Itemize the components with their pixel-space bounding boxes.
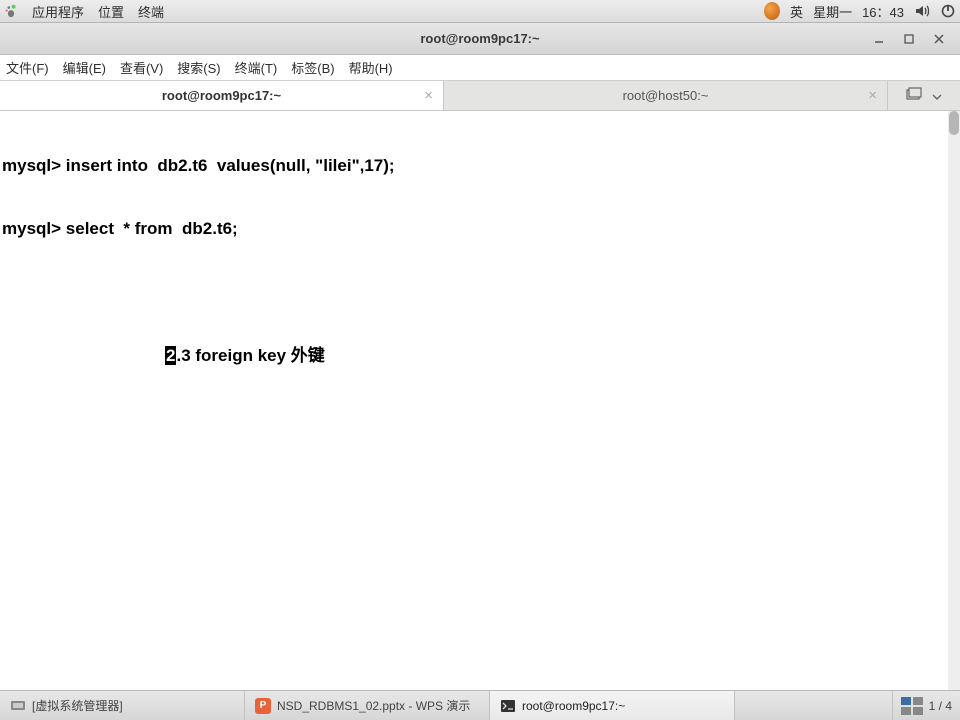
terminal-line <box>0 282 948 303</box>
menu-bar: 文件(F) 编辑(E) 查看(V) 搜索(S) 终端(T) 标签(B) 帮助(H… <box>0 55 960 81</box>
workspace-label: 1 / 4 <box>929 699 952 713</box>
maximize-button[interactable] <box>902 32 916 46</box>
gnome-panel-right: 英 星期一 16：43 <box>764 2 956 21</box>
minimize-button[interactable] <box>872 32 886 46</box>
menu-tabs[interactable]: 标签(B) <box>291 58 334 77</box>
terminal-launcher[interactable]: 终端 <box>138 2 164 21</box>
tab-host50[interactable]: root@host50:~ × <box>444 81 888 110</box>
section-text: .3 foreign key 外键 <box>176 346 324 365</box>
tab-label: root@host50:~ <box>623 88 709 103</box>
menu-help[interactable]: 帮助(H) <box>349 58 393 77</box>
menu-file[interactable]: 文件(F) <box>6 58 49 77</box>
task-virt-manager[interactable]: [虚拟系统管理器] <box>0 691 245 720</box>
task-terminal[interactable]: root@room9pc17:~ <box>490 691 735 720</box>
tab-menu-icon[interactable] <box>932 88 942 103</box>
tab-bar: root@room9pc17:~ × root@host50:~ × <box>0 81 960 111</box>
terminal-line: mysql> select * from db2.t6; <box>0 218 948 239</box>
gnome-panel-left: 应用程序 位置 终端 <box>4 2 164 21</box>
power-icon[interactable] <box>940 3 956 19</box>
task-label: root@room9pc17:~ <box>522 699 625 713</box>
window-controls <box>872 23 956 54</box>
wps-presentation-icon: P <box>255 698 271 714</box>
tab-close-icon[interactable]: × <box>868 87 877 104</box>
tab-close-icon[interactable]: × <box>424 87 433 104</box>
close-button[interactable] <box>932 32 946 46</box>
volume-icon[interactable] <box>914 3 930 19</box>
gnome-foot-icon <box>4 4 18 18</box>
terminal-content[interactable]: mysql> insert into db2.t6 values(null, "… <box>0 111 948 720</box>
menu-terminal[interactable]: 终端(T) <box>235 58 278 77</box>
new-tab-icon[interactable] <box>906 87 922 104</box>
menu-edit[interactable]: 编辑(E) <box>63 58 106 77</box>
terminal-area: mysql> insert into db2.t6 values(null, "… <box>0 111 960 720</box>
terminal-line: 2.3 foreign key 外键 <box>0 345 948 366</box>
update-notifier-icon[interactable] <box>764 3 780 19</box>
task-wps[interactable]: P NSD_RDBMS1_02.pptx - WPS 演示 <box>245 691 490 720</box>
date-indicator[interactable]: 星期一 <box>813 2 852 21</box>
gnome-bottom-panel: [虚拟系统管理器] P NSD_RDBMS1_02.pptx - WPS 演示 … <box>0 690 960 720</box>
task-label: [虚拟系统管理器] <box>32 697 123 714</box>
terminal-icon <box>500 698 516 714</box>
terminal-scrollbar[interactable] <box>948 111 960 720</box>
task-label: NSD_RDBMS1_02.pptx - WPS 演示 <box>277 697 470 714</box>
workspace-switcher[interactable]: 1 / 4 <box>892 691 960 720</box>
places-menu[interactable]: 位置 <box>98 2 124 21</box>
gnome-top-panel: 应用程序 位置 终端 英 星期一 16：43 <box>0 0 960 23</box>
workspace-grid-icon <box>901 697 923 715</box>
scrollbar-thumb[interactable] <box>949 111 959 135</box>
window-title: root@room9pc17:~ <box>420 31 539 46</box>
virt-manager-icon <box>10 698 26 714</box>
menu-search[interactable]: 搜索(S) <box>177 58 220 77</box>
terminal-window: root@room9pc17:~ 文件(F) 编辑(E) 查看(V) 搜索(S)… <box>0 23 960 720</box>
terminal-line: mysql> insert into db2.t6 values(null, "… <box>0 155 948 176</box>
window-titlebar[interactable]: root@room9pc17:~ <box>0 23 960 55</box>
time-indicator[interactable]: 16：43 <box>862 2 904 21</box>
tab-room9pc17[interactable]: root@room9pc17:~ × <box>0 81 444 110</box>
terminal-cursor: 2 <box>165 346 176 365</box>
input-method-indicator[interactable]: 英 <box>790 2 803 21</box>
applications-menu[interactable]: 应用程序 <box>32 2 84 21</box>
menu-view[interactable]: 查看(V) <box>120 58 163 77</box>
tab-tools <box>888 81 960 110</box>
tab-label: root@room9pc17:~ <box>162 88 281 103</box>
